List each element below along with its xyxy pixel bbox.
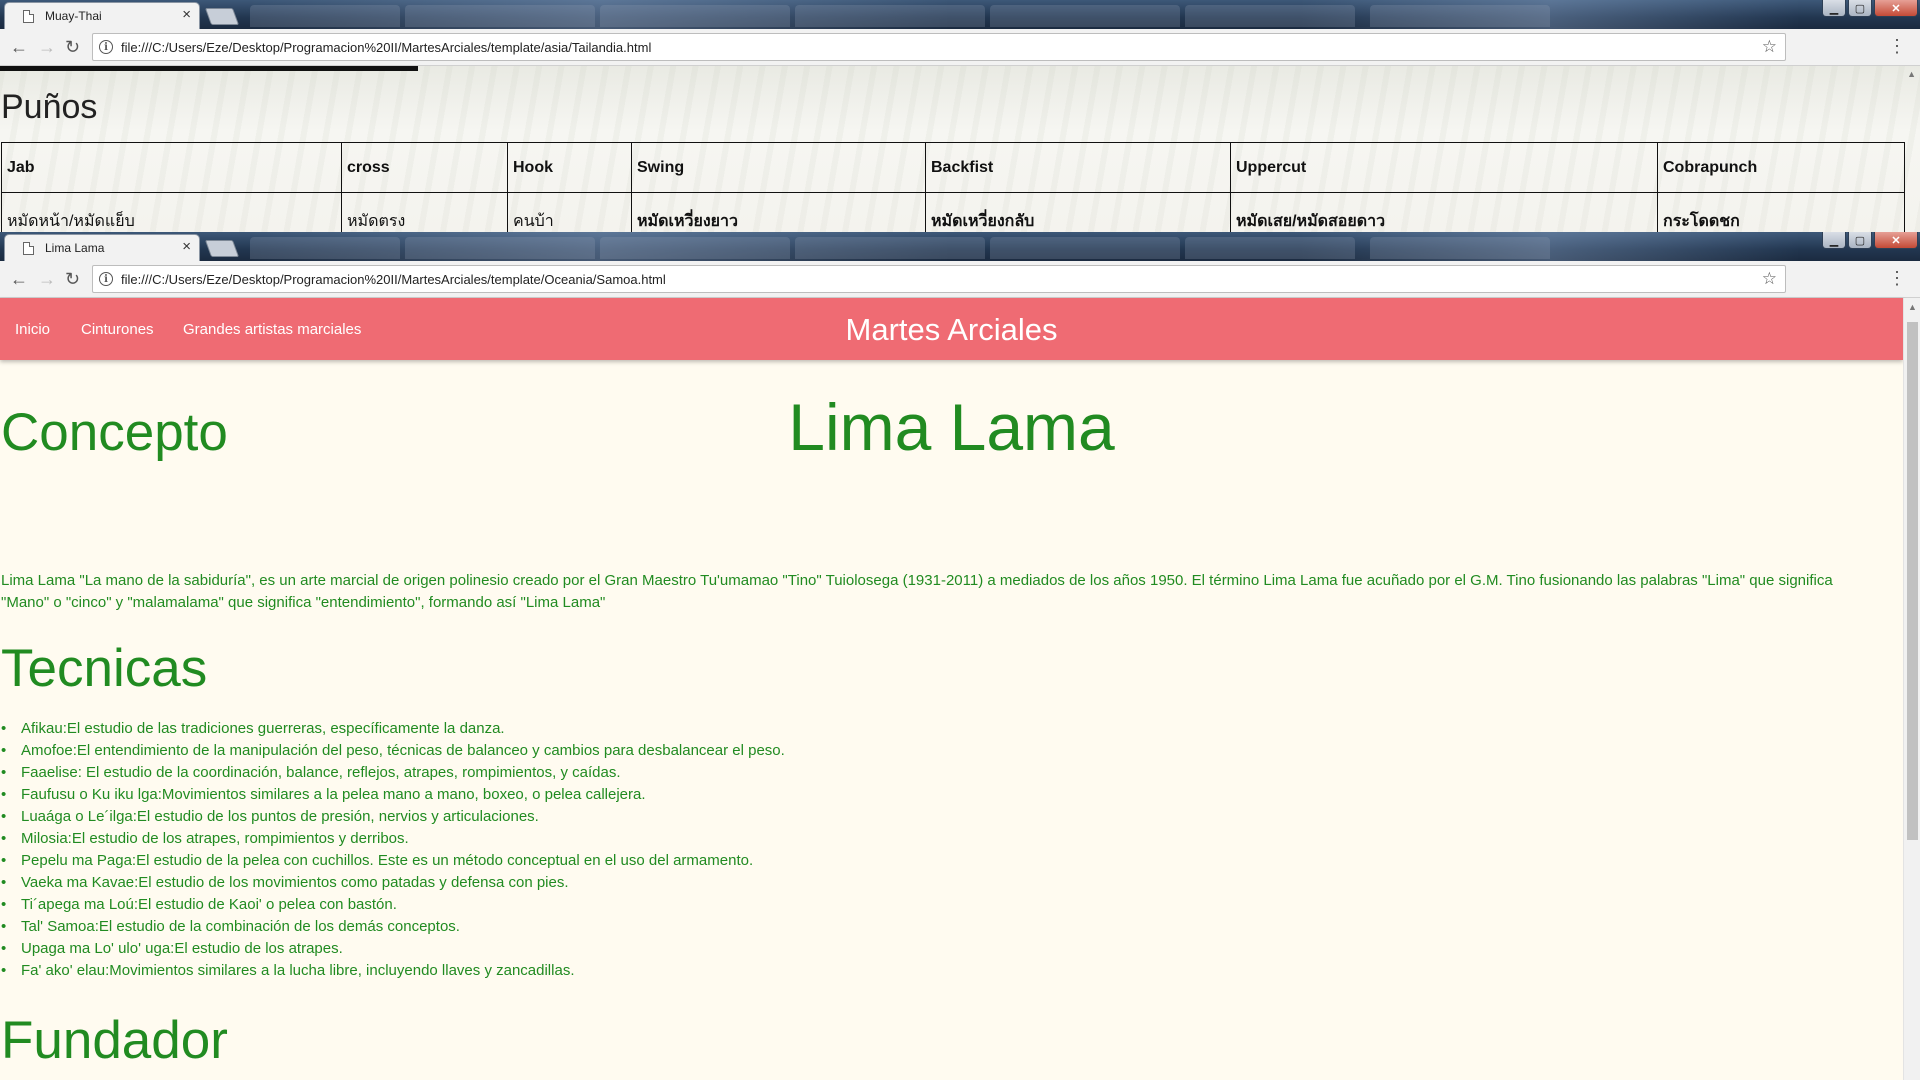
table-header: Jab [1,142,342,193]
list-item: Vaeka ma Kavae:El estudio de los movimie… [1,872,785,894]
tab-title: Lima Lama [45,241,105,255]
window-controls: ▁ ▢ ✕ [1822,0,1918,17]
list-item: Milosia:El estudio de los atrapes, rompi… [1,828,785,850]
forward-arrow-icon[interactable]: → [38,269,56,289]
browser-toolbar: ← → ↻ i file:///C:/Users/Eze/Desktop/Pro… [0,261,1920,298]
list-item: Faufusu o Ku iku lga:Movimientos similar… [1,784,785,806]
table-header: Uppercut [1230,142,1658,193]
browser-toolbar: ← → ↻ i file:///C:/Users/Eze/Desktop/Pro… [0,29,1920,66]
menu-icon[interactable]: ⋮ [1888,268,1906,288]
tab-title: Muay-Thai [45,9,102,23]
page-content: Inicio Cinturones Grandes artistas marci… [0,298,1920,1080]
address-bar[interactable]: i file:///C:/Users/Eze/Desktop/Programac… [92,265,1786,293]
back-arrow-icon[interactable]: ← [10,37,28,57]
list-item: Pepelu ma Paga:El estudio de la pelea co… [1,850,785,872]
scrollbar-thumb[interactable] [1907,322,1918,840]
address-bar[interactable]: i file:///C:/Users/Eze/Desktop/Programac… [92,33,1786,61]
maximize-button[interactable]: ▢ [1848,232,1872,249]
scroll-up-icon[interactable]: ▲ [1908,302,1917,312]
close-icon[interactable]: × [182,239,191,255]
forward-arrow-icon[interactable]: → [38,37,56,57]
scroll-up-icon[interactable]: ▲ [1907,69,1916,79]
info-icon[interactable]: i [99,40,113,54]
table-header: Swing [631,142,926,193]
tecnicas-list: Afikau:El estudio de las tradiciones gue… [1,718,785,982]
list-item: Fa' ako' elau:Movimientos similares a la… [1,960,785,982]
browser-window-muay-thai: Muay-Thai × ▁ ▢ ✕ ← → ↻ i file:///C:/Use… [0,0,1920,232]
list-item: Faaelise: El estudio de la coordinación,… [1,762,785,784]
close-window-button[interactable]: ✕ [1874,0,1918,17]
new-tab-button[interactable] [204,240,240,257]
minimize-button[interactable]: ▁ [1822,232,1846,249]
url-text: file:///C:/Users/Eze/Desktop/Programacio… [121,271,666,287]
tab-muay-thai[interactable]: Muay-Thai × [4,2,200,29]
new-tab-button[interactable] [204,8,240,25]
minimize-button[interactable]: ▁ [1822,0,1846,17]
reload-icon[interactable]: ↻ [65,269,80,289]
list-item: Upaga ma Lo' ulo' uga:El estudio de los … [1,938,785,960]
window-controls: ▁ ▢ ✕ [1822,232,1918,249]
page-title: Lima Lama [788,390,1115,464]
close-icon[interactable]: × [182,7,191,23]
table-cell: หมัดเหวี่ยงกลับ [925,192,1231,232]
section-title-tecnicas: Tecnicas [1,639,208,698]
section-title-concepto: Concepto [1,403,228,462]
page-icon [23,9,34,23]
list-item: Luaága o Le´ilga:El estudio de los punto… [1,806,785,828]
page-icon [23,241,34,255]
info-icon[interactable]: i [99,272,113,286]
list-item: Afikau:El estudio de las tradiciones gue… [1,718,785,740]
close-window-button[interactable]: ✕ [1874,232,1918,249]
site-navbar: Inicio Cinturones Grandes artistas marci… [0,298,1903,360]
title-bar: Lima Lama × ▁ ▢ ✕ [0,232,1920,261]
table-cell: หมัดตรง [341,192,508,232]
site-brand[interactable]: Martes Arciales [0,312,1903,348]
list-item: Tal' Samoa:El estudio de la combinación … [1,916,785,938]
table-header: cross [341,142,508,193]
table-cell: หมัดเสย/หมัดสอยดาว [1230,192,1658,232]
table-row: หมัดหน้า/หมัดแย็บ หมัดตรง คนบ้า หมัดเหวี… [1,192,1905,232]
table-cell: คนบ้า [507,192,632,232]
section-heading: Puños [1,88,98,126]
section-title-fundador: Fundador [1,1011,228,1070]
table-cell: หมัดหน้า/หมัดแย็บ [1,192,342,232]
menu-icon[interactable]: ⋮ [1888,36,1906,56]
title-bar: Muay-Thai × ▁ ▢ ✕ [0,0,1920,29]
list-item: Ti´apega ma Loú:El estudio de Kaoi' o pe… [1,894,785,916]
table-cell: กระโดดชก [1657,192,1905,232]
url-text: file:///C:/Users/Eze/Desktop/Programacio… [121,39,652,55]
table-header: Backfist [925,142,1231,193]
maximize-button[interactable]: ▢ [1848,0,1872,17]
tab-lima-lama[interactable]: Lima Lama × [4,234,200,261]
table-cell: หมัดเหวี่ยงยาว [631,192,926,232]
star-icon[interactable]: ☆ [1762,37,1777,57]
table-header: Hook [507,142,632,193]
browser-window-lima-lama: Lima Lama × ▁ ▢ ✕ ← → ↻ i file:///C:/Use… [0,232,1920,1080]
reload-icon[interactable]: ↻ [65,37,80,57]
page-content: ▲ Puños Jab cross Hook Swing Backfist Up… [0,66,1920,232]
star-icon[interactable]: ☆ [1762,269,1777,289]
concepto-paragraph: Lima Lama "La mano de la sabiduría", es … [1,572,1833,611]
table-header: Cobrapunch [1657,142,1905,193]
list-item: Amofoe:El entendimiento de la manipulaci… [1,740,785,762]
vertical-scrollbar[interactable]: ▲ [1903,298,1920,1080]
back-arrow-icon[interactable]: ← [10,269,28,289]
loading-bar [0,66,418,71]
punches-table: Jab cross Hook Swing Backfist Uppercut C… [1,142,1905,232]
